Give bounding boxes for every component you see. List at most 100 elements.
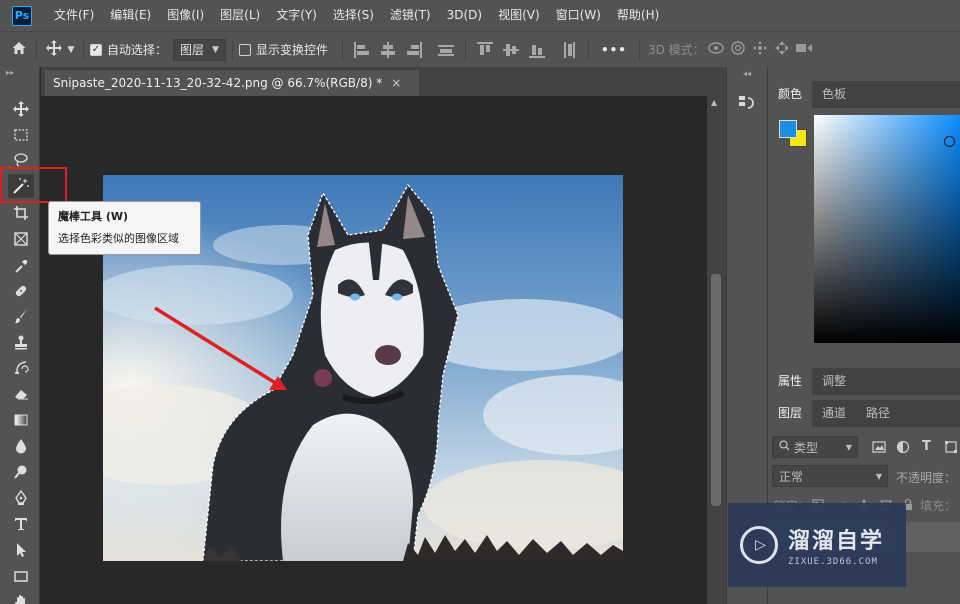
rectangular-marquee-icon[interactable]: [8, 123, 34, 147]
layers-panel-tabs: 图层 通道 路径: [768, 400, 960, 427]
align-top-icon[interactable]: [476, 41, 494, 59]
menu-type[interactable]: 文字(Y): [268, 0, 325, 31]
gradient-icon[interactable]: [8, 408, 34, 432]
canvas-area[interactable]: [41, 96, 707, 604]
tooltip-title: 魔棒工具 (W): [58, 210, 129, 223]
properties-panel-tabs: 属性 调整: [768, 368, 960, 395]
auto-select-dropdown[interactable]: 图层 ▼: [173, 38, 226, 61]
scroll-up-icon[interactable]: ▲: [711, 98, 717, 107]
3d-roll-icon[interactable]: [727, 40, 749, 60]
menu-view[interactable]: 视图(V): [490, 0, 548, 31]
menu-image[interactable]: 图像(I): [159, 0, 212, 31]
pen-icon[interactable]: [8, 486, 34, 510]
3d-slide-icon[interactable]: [771, 40, 793, 60]
rectangle-shape-icon[interactable]: [8, 564, 34, 588]
photoshop-logo[interactable]: Ps: [12, 5, 32, 26]
clone-stamp-icon[interactable]: [8, 330, 34, 354]
distribute-horizontal-icon[interactable]: [560, 41, 578, 59]
chevron-down-icon: ▼: [845, 442, 852, 452]
hand-icon[interactable]: [8, 589, 34, 604]
magic-wand-tooltip: 魔棒工具 (W) 选择色彩类似的图像区域: [48, 201, 201, 255]
close-icon[interactable]: ×: [391, 76, 401, 90]
crop-icon[interactable]: [8, 201, 34, 225]
blend-mode-value: 正常: [779, 469, 804, 484]
watermark-subtitle: ZIXUE.3D66.COM: [788, 557, 878, 567]
eyedropper-icon[interactable]: [8, 254, 34, 278]
history-brush-icon[interactable]: [8, 356, 34, 380]
menu-edit[interactable]: 编辑(E): [102, 0, 159, 31]
home-icon[interactable]: [8, 40, 30, 60]
scrollbar-thumb[interactable]: [711, 274, 721, 506]
tab-channels[interactable]: 通道: [812, 400, 856, 427]
foreground-color-swatch[interactable]: [779, 120, 797, 138]
menu-help[interactable]: 帮助(H): [609, 0, 667, 31]
type-icon[interactable]: [8, 512, 34, 536]
menu-bar: Ps 文件(F) 编辑(E) 图像(I) 图层(L) 文字(Y) 选择(S) 滤…: [0, 0, 960, 31]
tab-swatches[interactable]: 色板: [812, 81, 856, 108]
frame-icon[interactable]: [8, 227, 34, 251]
watermark-badge: ▷ 溜溜自学 ZIXUE.3D66.COM: [728, 503, 906, 587]
tab-adjustments[interactable]: 调整: [812, 368, 856, 395]
separator: [36, 38, 37, 61]
separator: [464, 38, 466, 61]
align-vertical-center-icon[interactable]: [502, 41, 520, 59]
show-transform-label: 显示变换控件: [255, 43, 328, 57]
layer-filter-dropdown[interactable]: 类型 ▼: [772, 436, 858, 458]
filter-pixel-icon[interactable]: [872, 440, 886, 457]
filter-type-icon[interactable]: T: [922, 439, 931, 454]
chevron-down-icon: ▼: [875, 471, 882, 481]
menu-select[interactable]: 选择(S): [325, 0, 382, 31]
show-transform-checkbox[interactable]: [238, 43, 251, 56]
3d-pan-icon[interactable]: [749, 40, 771, 60]
chevron-down-icon[interactable]: ▼: [65, 45, 77, 55]
opacity-label: 不透明度：: [896, 471, 957, 485]
fill-label: 填充：: [920, 499, 957, 513]
align-bottom-icon[interactable]: [528, 41, 546, 59]
color-picker-field[interactable]: [814, 115, 960, 343]
align-horizontal-center-icon[interactable]: [379, 41, 397, 59]
history-panel-icon[interactable]: [738, 94, 756, 116]
expand-panels-icon[interactable]: ◂◂: [727, 67, 767, 81]
filter-adjustment-icon[interactable]: [896, 440, 910, 457]
color-picker-cursor[interactable]: [944, 136, 955, 147]
tooltip-description: 选择色彩类似的图像区域: [58, 232, 179, 245]
watermark-text: 溜溜自学 ZIXUE.3D66.COM: [788, 523, 884, 567]
menu-layer[interactable]: 图层(L): [212, 0, 268, 31]
separator: [587, 38, 589, 61]
menu-file[interactable]: 文件(F): [46, 0, 102, 31]
collapse-toolbar-icon[interactable]: ▸▸: [0, 67, 39, 79]
layer-filter-value: 类型: [794, 440, 819, 455]
tab-paths[interactable]: 路径: [856, 400, 900, 427]
blend-mode-dropdown[interactable]: 正常 ▼: [772, 465, 888, 487]
document-tab-bar: Snipaste_2020-11-13_20-32-42.png @ 66.7%…: [41, 67, 726, 96]
3d-scale-camera-icon[interactable]: [793, 41, 815, 59]
more-options-button[interactable]: •••: [601, 43, 627, 57]
move-tool-icon[interactable]: [8, 97, 34, 121]
menu-window[interactable]: 窗口(W): [548, 0, 609, 31]
blur-icon[interactable]: [8, 434, 34, 458]
separator: [638, 38, 640, 61]
menu-filter[interactable]: 滤镜(T): [382, 0, 439, 31]
auto-select-label: 自动选择：: [107, 43, 168, 57]
tab-properties[interactable]: 属性: [768, 368, 813, 395]
path-selection-icon[interactable]: [8, 538, 34, 562]
menu-3d[interactable]: 3D(D): [439, 0, 490, 31]
dodge-icon[interactable]: [8, 460, 34, 484]
healing-brush-icon[interactable]: [8, 279, 34, 303]
play-logo-icon: ▷: [740, 526, 778, 564]
3d-rotate-icon[interactable]: [705, 40, 727, 60]
distribute-vertical-icon[interactable]: [437, 41, 455, 59]
separator: [83, 38, 84, 61]
align-left-icon[interactable]: [353, 41, 371, 59]
vertical-scrollbar[interactable]: ▲: [707, 96, 726, 604]
tab-color[interactable]: 颜色: [768, 81, 813, 108]
brush-icon[interactable]: [8, 304, 34, 328]
auto-select-checkbox[interactable]: ✓: [90, 43, 102, 56]
move-tool-preset-icon[interactable]: [43, 39, 65, 61]
eraser-icon[interactable]: [8, 382, 34, 406]
align-right-icon[interactable]: [405, 41, 423, 59]
document-tab-title: Snipaste_2020-11-13_20-32-42.png @ 66.7%…: [53, 76, 383, 90]
document-tab[interactable]: Snipaste_2020-11-13_20-32-42.png @ 66.7%…: [45, 70, 419, 96]
filter-shape-icon[interactable]: [944, 440, 958, 457]
tab-layers[interactable]: 图层: [768, 400, 813, 427]
